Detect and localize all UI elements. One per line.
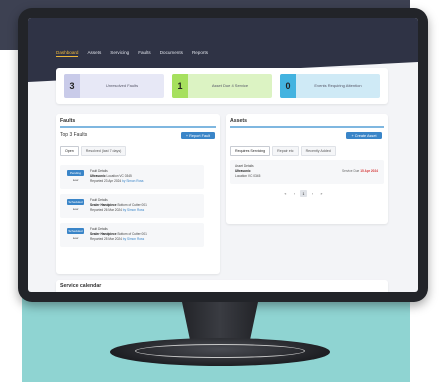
tab-requires-servicing[interactable]: Requires Servicing xyxy=(230,146,271,156)
assets-tabs: Requires Servicing Repair etc Recently A… xyxy=(230,146,336,156)
fault-reported-date: Reported 26 Mar 2024 xyxy=(90,207,122,212)
fault-details: Fault Details Ultrasonic Location VC 034… xyxy=(90,169,144,184)
stat-events-attention-label: Events Requiring Attention xyxy=(314,83,362,89)
nav-item-dashboard[interactable]: Dashboard xyxy=(56,50,79,57)
main-nav: Dashboard Assets Servicing Faults Docume… xyxy=(56,50,208,57)
fault-item[interactable]: Pending Low Fault Details Ultrasonic Loc… xyxy=(60,165,204,189)
fault-reporter-link[interactable]: by Simon Ross xyxy=(122,179,143,183)
assets-card: Assets + Create Asset Requires Servicing… xyxy=(226,114,388,224)
fault-asset: Sealer Handpiece xyxy=(90,202,117,207)
fault-status-chip: Pending xyxy=(67,170,84,176)
faults-card: Faults Top 3 Faults + Report Fault Open … xyxy=(56,114,220,274)
fault-asset: Ultrasonic xyxy=(90,173,106,178)
fault-priority: Low xyxy=(72,207,79,211)
assets-pagination: « ‹ 1 › » xyxy=(282,190,325,197)
stat-events-attention[interactable]: 0 Events Requiring Attention xyxy=(280,74,380,98)
faults-tabs: Open Resolved (last 7 days) xyxy=(60,146,127,156)
pager-next[interactable]: › xyxy=(309,190,316,197)
fault-code: Location VC 0345 xyxy=(106,173,132,178)
fault-details: Fault Details Sealer Handpiece Bottom of… xyxy=(90,227,147,242)
nav-item-assets[interactable]: Assets xyxy=(87,50,101,57)
fault-reported-date: Reported 25 Mar 2024 xyxy=(90,236,122,241)
stat-events-attention-value: 0 xyxy=(280,74,296,98)
fault-priority: Low xyxy=(72,236,79,240)
fault-code: Bottom of Cutter 001 xyxy=(117,231,147,236)
report-fault-button[interactable]: + Report Fault xyxy=(181,132,215,139)
pager-last[interactable]: » xyxy=(318,190,325,197)
stat-asset-due-service-value: 1 xyxy=(172,74,188,98)
fault-item[interactable]: Scheduled Low Fault Details Sealer Handp… xyxy=(60,223,204,247)
asset-details: Asset Details Ultrasonic Location VC 034… xyxy=(235,164,260,179)
monitor-screen: Dashboard Assets Servicing Faults Docume… xyxy=(28,18,418,292)
tab-resolved[interactable]: Resolved (last 7 days) xyxy=(80,146,127,156)
monitor-base-rim xyxy=(135,344,305,358)
nav-item-faults[interactable]: Faults xyxy=(138,50,151,57)
pager-prev[interactable]: ‹ xyxy=(291,190,298,197)
stat-unresolved-faults-value: 3 xyxy=(64,74,80,98)
asset-item[interactable]: Asset Details Ultrasonic Location VC 034… xyxy=(230,160,384,184)
stat-asset-due-service-label: Asset Due 4 Service xyxy=(211,83,249,89)
monitor-bezel: Dashboard Assets Servicing Faults Docume… xyxy=(18,8,428,302)
fault-reporter-link[interactable]: by Simon Ross xyxy=(123,237,144,241)
asset-location: Location VC 0345 xyxy=(235,173,261,178)
asset-service-due: Service Due 15 Apr 2024 xyxy=(342,169,378,173)
faults-card-title: Faults xyxy=(60,118,76,124)
fault-reported-date: Reported 23 Apr 2024 xyxy=(90,178,122,183)
stats-panel: 3 Unresolved Faults 1 Asset Due 4 Servic… xyxy=(56,68,388,104)
faults-subtitle: Top 3 Faults xyxy=(60,132,88,138)
create-asset-button[interactable]: + Create Asset xyxy=(346,132,382,139)
stat-unresolved-faults-label: Unresolved Faults xyxy=(105,83,139,89)
tab-open[interactable]: Open xyxy=(60,146,79,156)
assets-card-underline xyxy=(230,126,384,128)
pager-page-1[interactable]: 1 xyxy=(300,190,307,197)
faults-card-underline xyxy=(60,126,216,128)
fault-reporter-link[interactable]: by Simon Ross xyxy=(123,208,144,212)
nav-item-reports[interactable]: Reports xyxy=(192,50,208,57)
asset-due-label: Service Due xyxy=(341,169,360,173)
nav-item-documents[interactable]: Documents xyxy=(160,50,183,57)
fault-status-chip: Scheduled xyxy=(67,199,84,205)
stat-asset-due-service[interactable]: 1 Asset Due 4 Service xyxy=(172,74,272,98)
service-calendar-title: Service calendar xyxy=(60,283,102,289)
fault-item[interactable]: Scheduled Low Fault Details Sealer Handp… xyxy=(60,194,204,218)
stat-unresolved-faults[interactable]: 3 Unresolved Faults xyxy=(64,74,164,98)
fault-asset: Sealer Handpiece xyxy=(90,231,117,236)
service-calendar-card: Service calendar xyxy=(56,280,388,292)
fault-priority: Low xyxy=(72,178,79,182)
pager-first[interactable]: « xyxy=(282,190,289,197)
asset-due-date: 15 Apr 2024 xyxy=(360,169,378,173)
tab-repair[interactable]: Repair etc xyxy=(272,146,299,156)
fault-details: Fault Details Sealer Handpiece Bottom of… xyxy=(90,198,147,213)
fault-code: Bottom of Cutter 001 xyxy=(117,202,147,207)
assets-card-title: Assets xyxy=(230,118,248,124)
fault-status-chip: Scheduled xyxy=(67,228,84,234)
tab-recently-added[interactable]: Recently Added xyxy=(300,146,336,156)
nav-item-servicing[interactable]: Servicing xyxy=(110,50,129,57)
